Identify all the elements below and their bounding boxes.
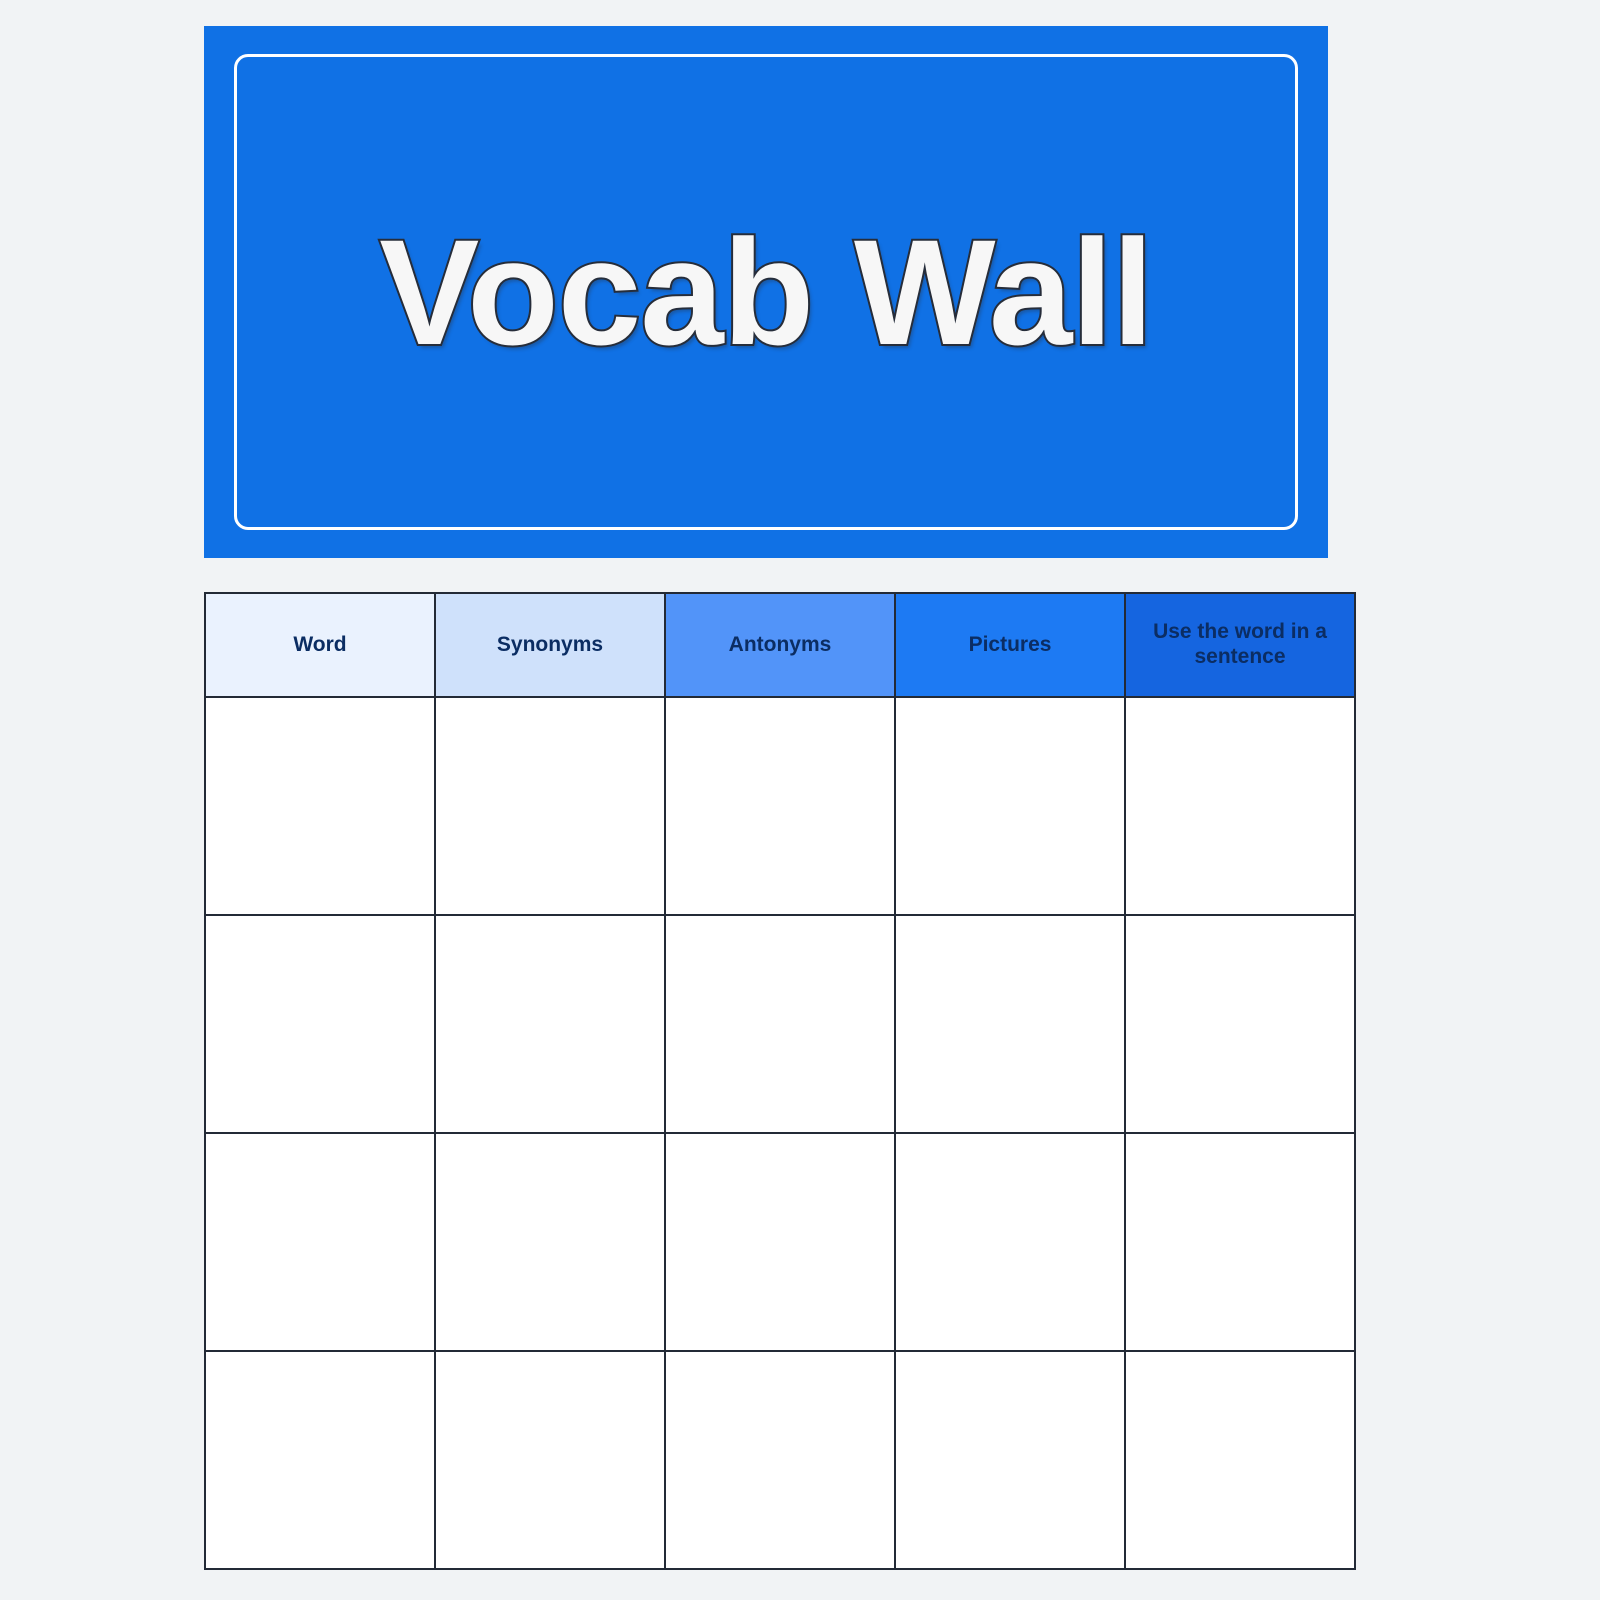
table-row xyxy=(204,696,1356,916)
cell-sentence[interactable] xyxy=(1124,696,1356,916)
banner-inner-frame: Vocab Wall xyxy=(234,54,1298,530)
cell-word[interactable] xyxy=(204,914,436,1134)
column-header-antonyms: Antonyms xyxy=(664,592,896,698)
cell-pictures[interactable] xyxy=(894,1350,1126,1570)
cell-pictures[interactable] xyxy=(894,696,1126,916)
cell-sentence[interactable] xyxy=(1124,1350,1356,1570)
vocab-table: Word Synonyms Antonyms Pictures Use the … xyxy=(204,592,1356,1570)
table-row xyxy=(204,1350,1356,1570)
cell-synonyms[interactable] xyxy=(434,696,666,916)
cell-word[interactable] xyxy=(204,1350,436,1570)
cell-synonyms[interactable] xyxy=(434,1132,666,1352)
column-header-pictures: Pictures xyxy=(894,592,1126,698)
cell-pictures[interactable] xyxy=(894,914,1126,1134)
table-header-row: Word Synonyms Antonyms Pictures Use the … xyxy=(204,592,1356,698)
title-banner: Vocab Wall xyxy=(204,26,1328,558)
cell-word[interactable] xyxy=(204,696,436,916)
cell-antonyms[interactable] xyxy=(664,696,896,916)
column-header-use-the-word-in-a-sentence: Use the word in a sentence xyxy=(1124,592,1356,698)
cell-pictures[interactable] xyxy=(894,1132,1126,1352)
cell-antonyms[interactable] xyxy=(664,1132,896,1352)
cell-synonyms[interactable] xyxy=(434,914,666,1134)
cell-antonyms[interactable] xyxy=(664,1350,896,1570)
worksheet-page: Vocab Wall Word Synonyms Antonyms Pictur… xyxy=(0,0,1600,1600)
table-header: Word Synonyms Antonyms Pictures Use the … xyxy=(204,592,1356,698)
column-header-synonyms: Synonyms xyxy=(434,592,666,698)
cell-sentence[interactable] xyxy=(1124,1132,1356,1352)
cell-antonyms[interactable] xyxy=(664,914,896,1134)
table-row xyxy=(204,914,1356,1134)
cell-sentence[interactable] xyxy=(1124,914,1356,1134)
column-header-word: Word xyxy=(204,592,436,698)
page-title: Vocab Wall xyxy=(377,208,1155,376)
cell-synonyms[interactable] xyxy=(434,1350,666,1570)
table-row xyxy=(204,1132,1356,1352)
cell-word[interactable] xyxy=(204,1132,436,1352)
table-body xyxy=(204,696,1356,1570)
